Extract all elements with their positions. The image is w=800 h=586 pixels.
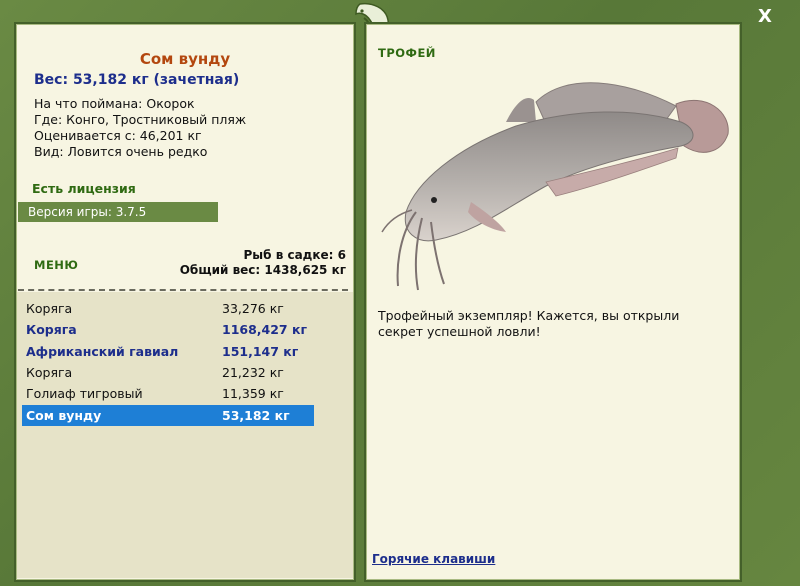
catch-row[interactable]: Коряга 21,232 кг — [22, 362, 314, 383]
fish-title: Сом вунду — [139, 50, 231, 68]
catch-row[interactable]: Коряга 33,276 кг — [22, 298, 314, 319]
divider — [18, 289, 348, 291]
catch-weight: 151,147 кг — [222, 344, 299, 359]
catch-name: Голиаф тигровый — [26, 386, 143, 401]
fish-bait: На что поймана: Окорок — [34, 96, 195, 111]
catch-weight: 33,276 кг — [222, 301, 284, 316]
license-status: Есть лицензия — [32, 181, 136, 196]
catch-weight: 1168,427 кг — [222, 322, 307, 337]
fish-weight: Вес: 53,182 кг (зачетная) — [34, 72, 240, 88]
menu-button[interactable]: МЕНЮ — [34, 258, 78, 272]
catch-name: Сом вунду — [26, 408, 102, 423]
catch-row[interactable]: Африканский гавиал 151,147 кг — [22, 341, 314, 362]
catch-name: Коряга — [26, 322, 77, 337]
trophy-label: ТРОФЕЙ — [378, 46, 436, 60]
catch-list: Коряга 33,276 кг Коряга 1168,427 кг Афри… — [17, 292, 353, 578]
catch-row-selected[interactable]: Сом вунду 53,182 кг — [22, 405, 314, 426]
catch-name: Африканский гавиал — [26, 344, 179, 359]
hotkeys-link[interactable]: Горячие клавиши — [372, 552, 495, 566]
catch-name: Коряга — [26, 365, 73, 380]
catch-row[interactable]: Коряга 1168,427 кг — [22, 319, 314, 340]
total-weight: Общий вес: 1438,625 кг — [179, 263, 346, 277]
catch-weight: 53,182 кг — [222, 408, 290, 423]
fish-rarity: Вид: Ловится очень редко — [34, 144, 208, 159]
fish-info-panel: Сом вунду Вес: 53,182 кг (зачетная) На ч… — [14, 22, 356, 582]
catch-weight: 11,359 кг — [222, 386, 284, 401]
fish-count: Рыб в садке: 6 — [243, 248, 347, 262]
game-version: Версия игры: 3.7.5 — [18, 202, 218, 222]
catch-weight: 21,232 кг — [222, 365, 284, 380]
catch-name: Коряга — [26, 301, 73, 316]
fish-estimate: Оценивается с: 46,201 кг — [34, 128, 202, 143]
trophy-message: Трофейный экземпляр! Кажется, вы открыли… — [378, 308, 680, 339]
fish-location: Где: Конго, Тростниковый пляж — [34, 112, 247, 127]
catfish-image — [381, 82, 729, 291]
catch-row[interactable]: Голиаф тигровый 11,359 кг — [22, 383, 314, 404]
close-button[interactable]: X — [754, 6, 776, 28]
keepnet-stats: Рыб в садке: 6 Общий вес: 1438,625 кг — [180, 248, 346, 278]
trophy-panel: ТРОФЕЙ Трофейный экземпляр! Кажется, вы … — [364, 22, 742, 582]
